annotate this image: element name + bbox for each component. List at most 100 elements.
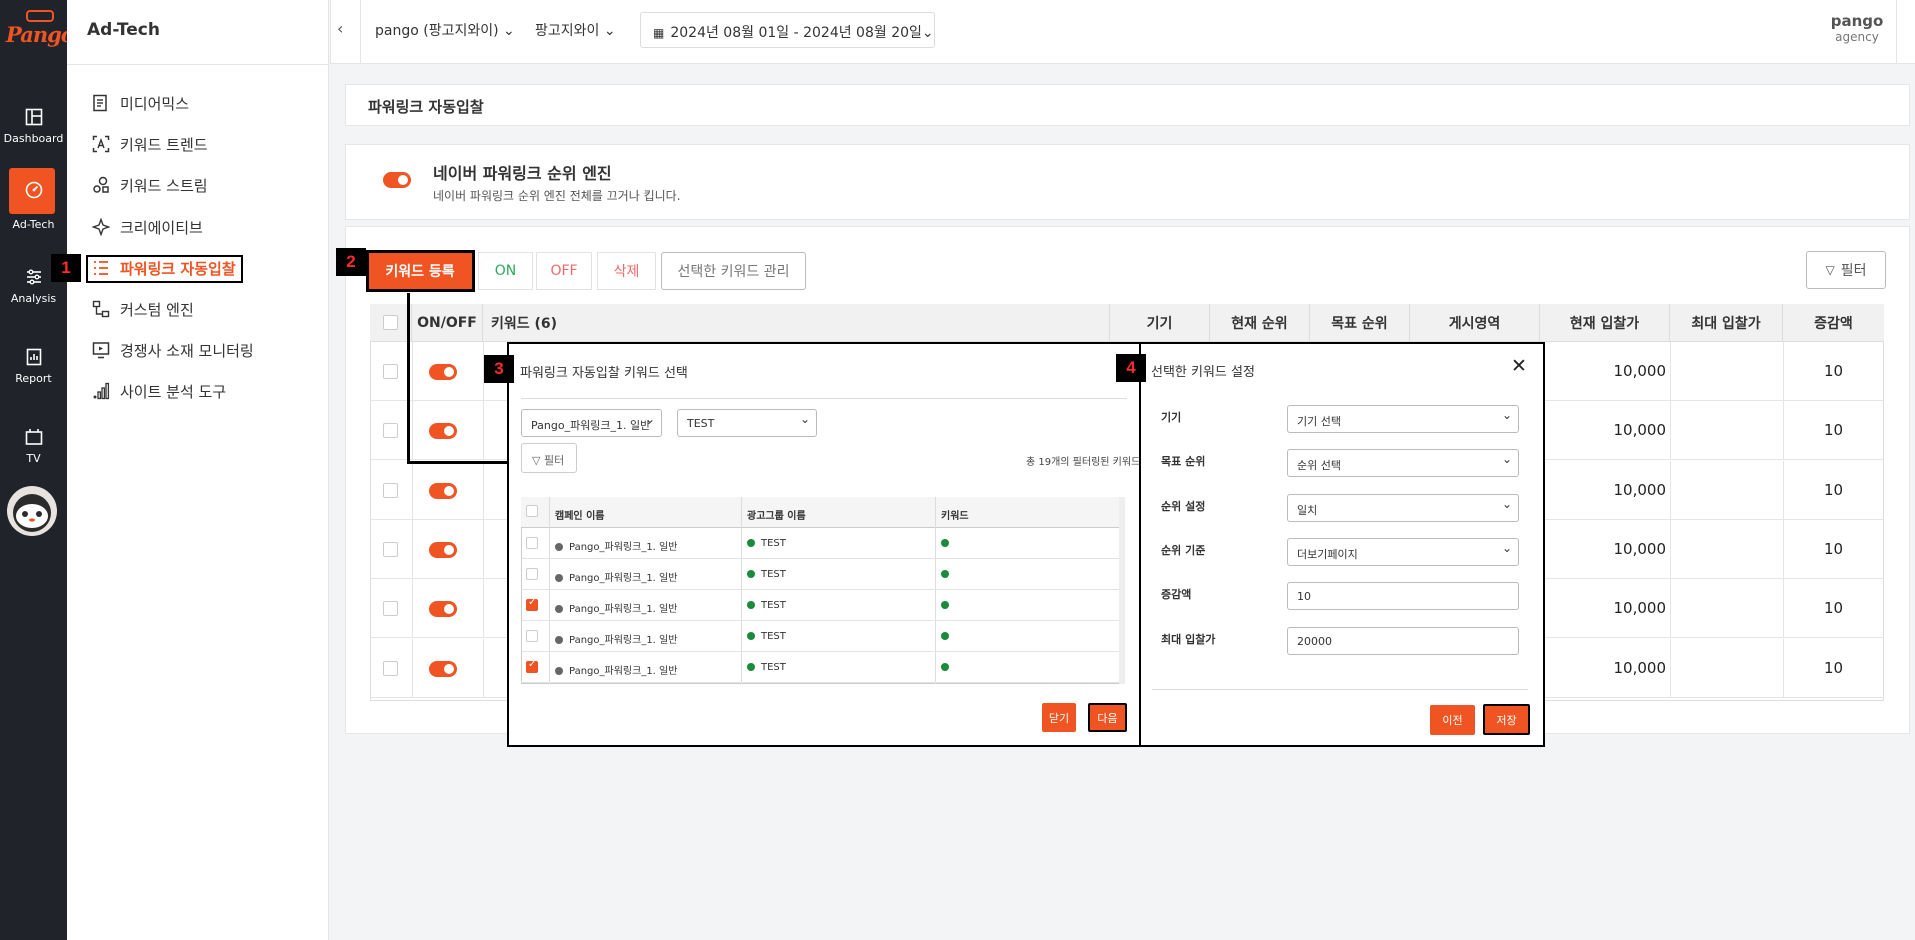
check-icon: ✓ [528, 597, 537, 608]
avatar[interactable] [7, 486, 57, 536]
row-checkbox[interactable]: ✓ [526, 659, 538, 673]
settings-input[interactable]: 10 [1287, 582, 1519, 610]
menu-item-creative[interactable]: 크리에이티브 [92, 212, 203, 242]
column-divider [483, 401, 484, 460]
engine-title: 네이버 파워링크 순위 엔진 [433, 164, 612, 183]
close-button[interactable]: 닫기 [1042, 703, 1076, 732]
row-checkbox[interactable] [526, 630, 538, 642]
chevron-down-icon: ⌄ [503, 23, 515, 39]
column-divider [483, 639, 484, 698]
menu-item-keyword-trend[interactable]: 키워드 트렌드 [92, 129, 208, 159]
keyword-cell [941, 600, 955, 611]
adgroup-name: TEST [761, 600, 786, 611]
column-divider [1670, 401, 1671, 460]
row-toggle[interactable] [429, 661, 457, 677]
status-dot [555, 543, 563, 551]
row-checkbox[interactable]: ✓ [526, 597, 538, 611]
status-dot [747, 570, 755, 578]
cell-max-bid: 10,000 [1613, 481, 1667, 499]
row-checkbox[interactable] [526, 537, 538, 549]
previous-button[interactable]: 이전 [1430, 705, 1475, 735]
rail-item-tv[interactable]: TV [0, 408, 67, 478]
rail-label: TV [26, 452, 41, 465]
filtered-count: 총 19개의 필터링된 키워드 [1026, 457, 1141, 468]
document-icon [93, 94, 107, 112]
gauge-icon [25, 181, 42, 199]
account2-select[interactable]: 팡고지와이 ⌄ [535, 20, 616, 40]
next-button[interactable]: 다음 [1088, 703, 1127, 732]
select-all-checkbox[interactable] [526, 505, 538, 517]
select-all-checkbox[interactable] [383, 315, 398, 330]
settings-select[interactable]: 일치 [1287, 494, 1519, 522]
row-toggle[interactable] [429, 423, 457, 439]
keyword-cell [941, 631, 955, 642]
adgroup-select[interactable]: TEST [677, 409, 817, 437]
campaign-select[interactable]: Pango_파워링크_1. 일반 [521, 409, 662, 437]
column-divider [412, 342, 413, 401]
rail-item-dashboard[interactable]: Dashboard [0, 88, 67, 158]
campaign-cell: Pango_파워링크_1. 일반 [555, 569, 677, 584]
divider [1152, 689, 1528, 690]
step-badge: 3 [484, 355, 514, 383]
engine-description: 네이버 파워링크 순위 엔진 전체를 끄거나 킵니다. [433, 189, 681, 203]
collapse-sidebar-icon[interactable]: ‹ [337, 19, 343, 38]
rail-item-report[interactable]: Report [0, 328, 67, 398]
divider [330, 0, 331, 64]
table-header: 현재 순위 [1210, 304, 1310, 342]
menu-item-custom-engine[interactable]: 커스텀 엔진 [92, 294, 194, 324]
menu-item-site-analysis[interactable]: 사이트 분석 도구 [92, 376, 226, 406]
campaign-cell: Pango_파워링크_1. 일반 [555, 662, 677, 677]
column-divider [412, 639, 413, 698]
close-icon[interactable]: ✕ [1511, 355, 1527, 377]
filter-button[interactable]: ▽ 필터 [1806, 251, 1886, 289]
row-checkbox[interactable] [383, 601, 398, 616]
table-header-select [370, 304, 412, 342]
menu-item-keyword-stream[interactable]: 키워드 스트림 [92, 170, 208, 200]
row-checkbox[interactable] [383, 364, 398, 379]
settings-select[interactable]: 기기 선택 [1287, 405, 1519, 433]
save-button[interactable]: 저장 [1483, 704, 1530, 735]
cell-delta: 10 [1823, 421, 1844, 439]
menu-item-competitor-monitoring[interactable]: 경쟁사 소재 모니터링 [92, 335, 254, 365]
pango-logo[interactable]: Pango [4, 10, 75, 47]
status-dot [747, 601, 755, 609]
monitor-icon [92, 342, 110, 359]
field-label: 최대 입찰가 [1161, 633, 1216, 646]
row-checkbox[interactable] [383, 542, 398, 557]
column-divider [483, 579, 484, 638]
step-badge: 2 [336, 248, 366, 276]
column-divider [1670, 579, 1671, 638]
cell-delta: 10 [1823, 481, 1844, 499]
user-menu[interactable]: pango agency [1812, 12, 1902, 44]
scrollbar[interactable] [1119, 497, 1125, 684]
row-toggle[interactable] [429, 542, 457, 558]
field-label: 기기 [1161, 411, 1182, 424]
menu-item-label: 키워드 트렌드 [120, 135, 208, 154]
account-select[interactable]: pango (팡고지와이) ⌄ [375, 20, 515, 40]
field-label: 목표 순위 [1161, 455, 1206, 468]
table-header: 최대 입찰가 [1670, 304, 1783, 342]
date-range-picker[interactable]: ▦ 2024년 08월 01일 - 2024년 08월 20일⌄ [640, 12, 935, 48]
off-button[interactable]: OFF [536, 252, 592, 290]
manage-selected-button[interactable]: 선택한 키워드 관리 [661, 252, 806, 290]
row-checkbox[interactable] [526, 568, 538, 580]
row-checkbox[interactable] [383, 661, 398, 676]
row-toggle[interactable] [429, 601, 457, 617]
row-checkbox[interactable] [383, 423, 398, 438]
menu-item-mediamix[interactable]: 미디어믹스 [92, 88, 189, 118]
modal-filter-button[interactable]: ▽ 필터 [521, 443, 577, 473]
settings-input[interactable]: 20000 [1287, 627, 1519, 655]
settings-select[interactable]: 순위 선택 [1287, 449, 1519, 477]
row-checkbox[interactable] [383, 483, 398, 498]
rail-item-adtech[interactable]: Ad-Tech [0, 160, 67, 231]
delete-button[interactable]: 삭제 [597, 252, 656, 290]
rail-label: Report [15, 372, 52, 385]
on-button[interactable]: ON [478, 252, 533, 290]
status-dot [941, 539, 949, 547]
mascot-avatar-icon [13, 494, 51, 532]
highlight-box [86, 255, 243, 283]
row-toggle[interactable] [429, 483, 457, 499]
engine-toggle[interactable] [383, 172, 411, 188]
settings-select[interactable]: 더보기페이지 [1287, 538, 1519, 566]
row-toggle[interactable] [429, 364, 457, 380]
